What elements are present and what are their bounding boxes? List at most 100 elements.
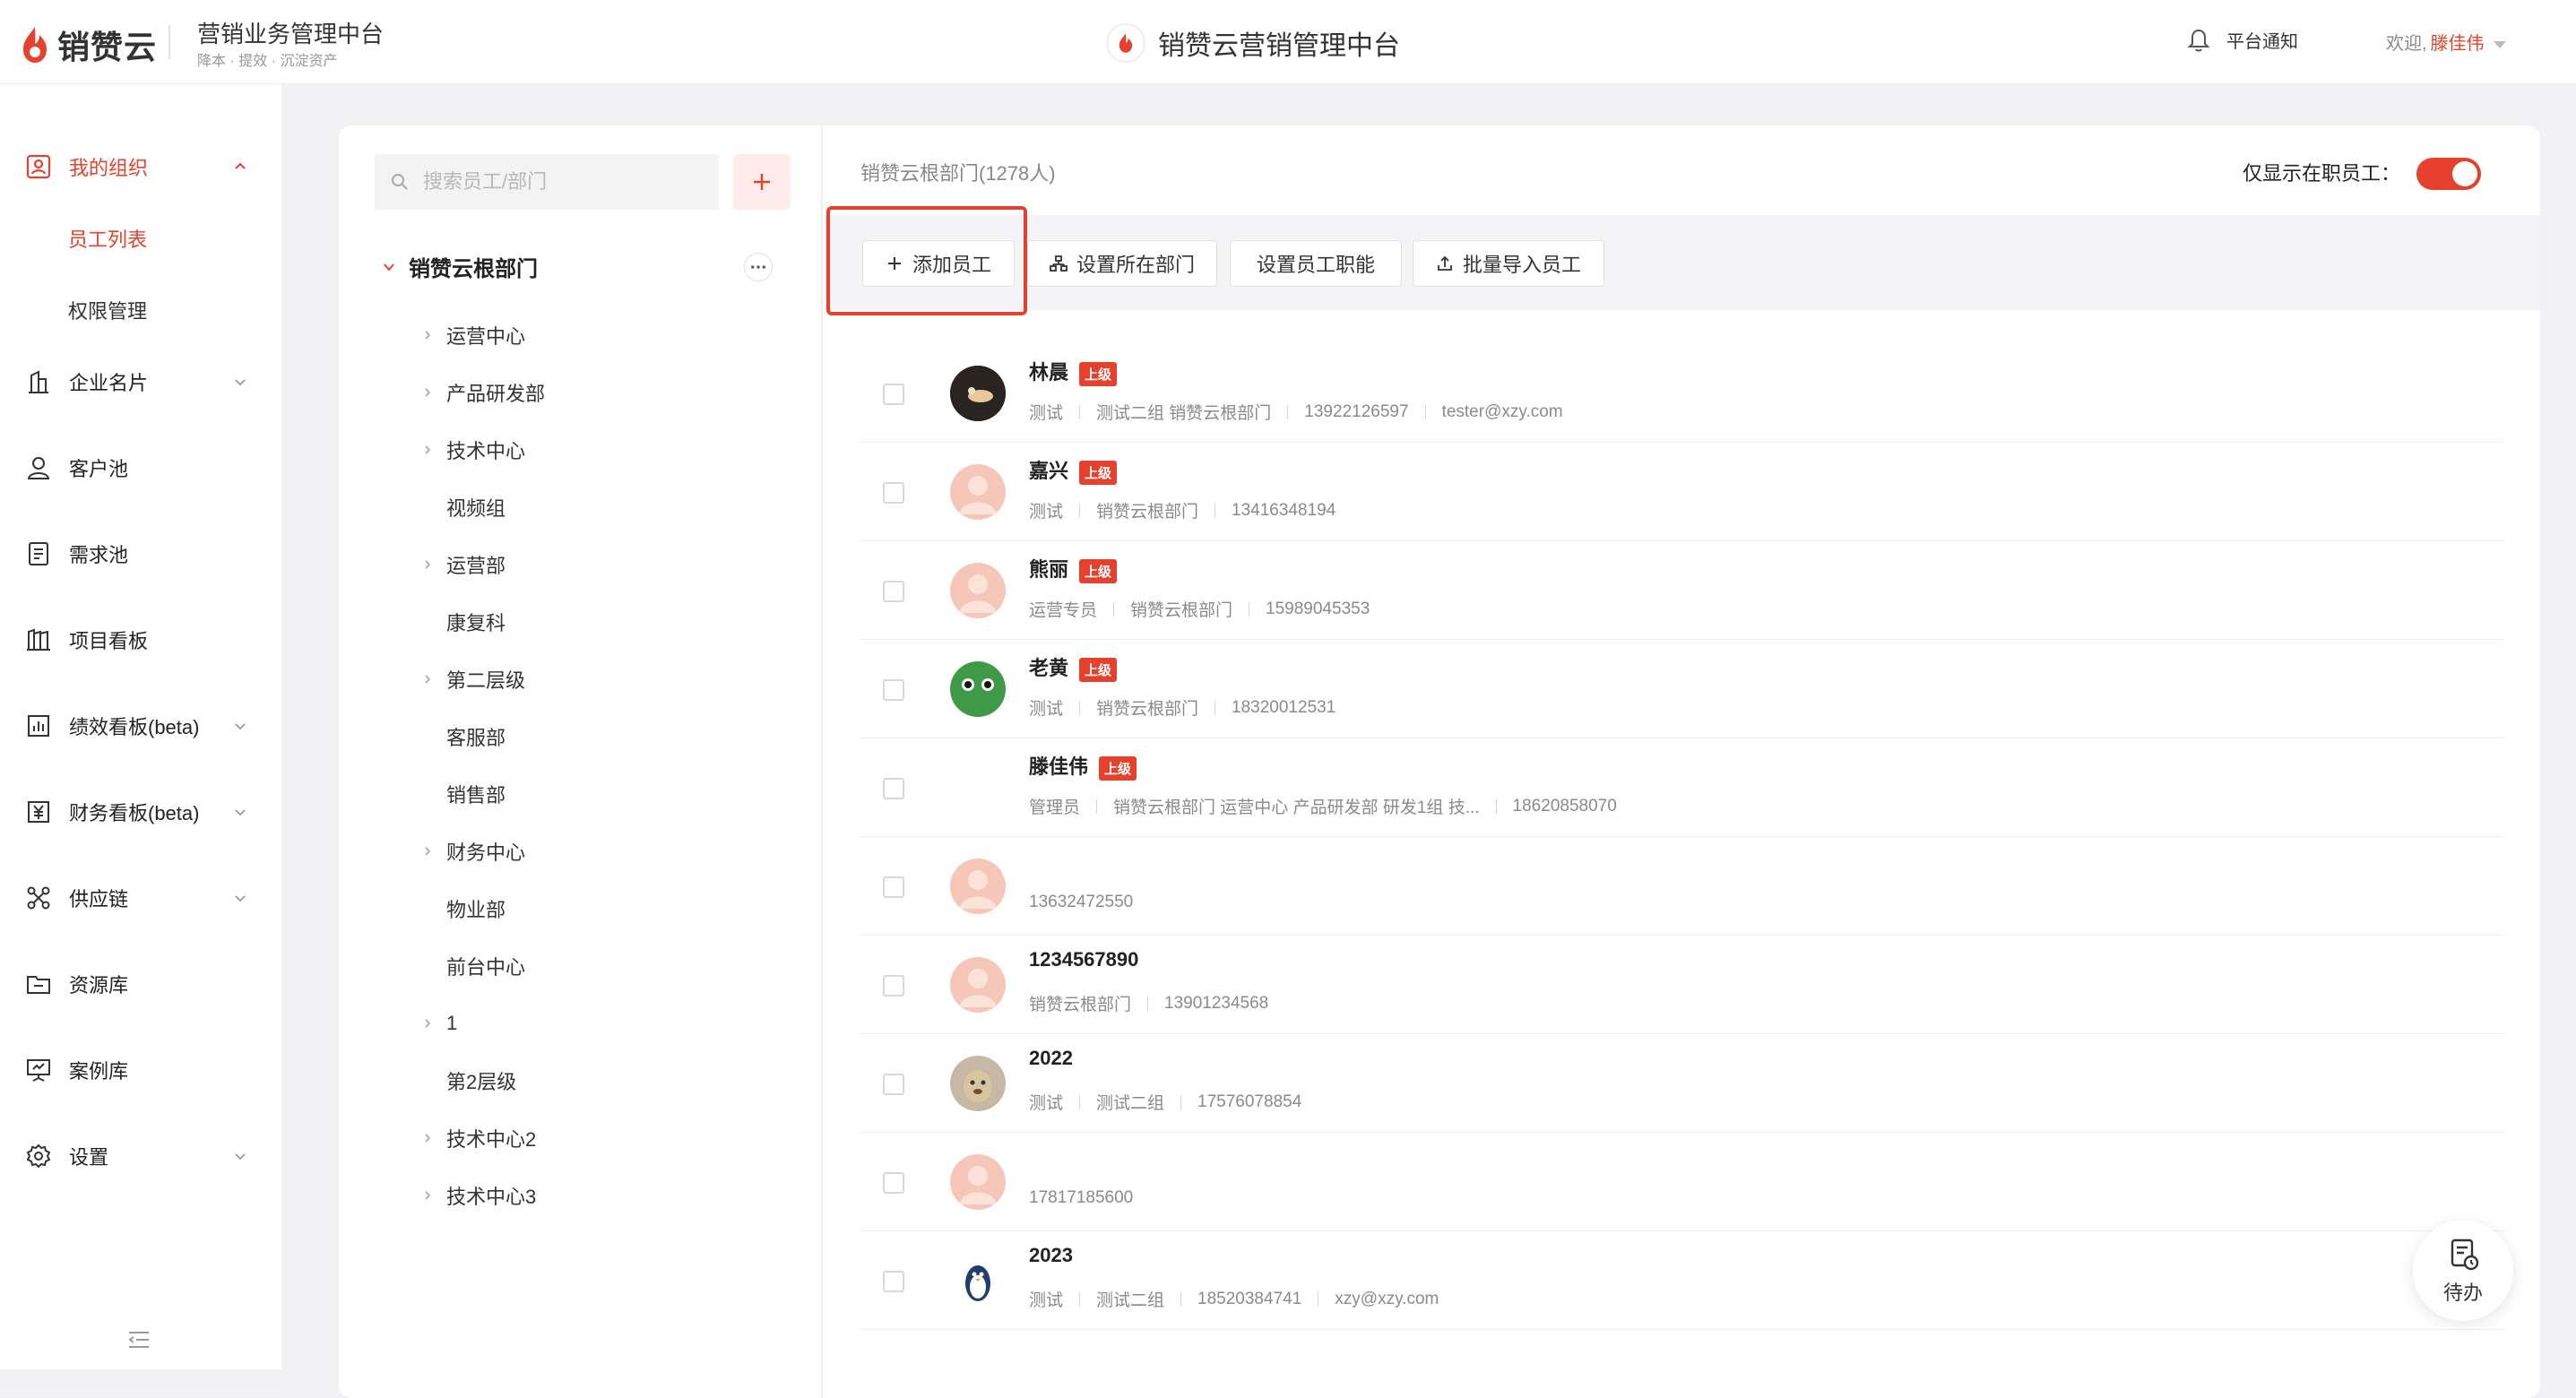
only-active-label: 仅显示在职员工：	[2243, 162, 2401, 185]
table-row[interactable]: 林晨 上级 测试 测试二组 销赞云根部门 13922126597 tester@x…	[860, 344, 2504, 443]
table-row[interactable]: 17817185600	[860, 1133, 2504, 1231]
tree-node[interactable]: 物业部	[446, 891, 506, 927]
row-checkbox[interactable]	[883, 975, 904, 997]
nav-resource-lib[interactable]: 资源库	[0, 957, 281, 1011]
add-department-button[interactable]	[733, 154, 791, 210]
yuan-icon	[28, 801, 49, 823]
employee-name-text: 嘉兴	[1029, 460, 1069, 482]
row-checkbox[interactable]	[883, 1271, 904, 1292]
nav-company-card[interactable]: 企业名片	[0, 355, 281, 409]
employee-role: 测试	[1029, 404, 1064, 423]
nav-performance-board-label: 绩效看板(beta)	[69, 716, 200, 738]
table-row[interactable]: 滕佳伟 上级 管理员 销赞云根部门 运营中心 产品研发部 研发1组 技... 18…	[860, 738, 2504, 837]
tree-node[interactable]: 客服部	[446, 719, 506, 755]
employee-phone: 15989045353	[1266, 599, 1370, 618]
tree-node[interactable]: 第二层级	[425, 661, 525, 697]
header-divider	[169, 25, 170, 59]
only-active-toggle[interactable]	[2416, 158, 2481, 190]
employee-name: 老黄 上级	[1029, 652, 1118, 682]
nav-permission[interactable]: 权限管理	[68, 296, 147, 324]
nav-finance-board[interactable]: 财务看板(beta)	[0, 785, 281, 839]
nav-customer-pool[interactable]: 客户池	[0, 441, 281, 495]
tree-node[interactable]: 财务中心	[425, 833, 526, 869]
tree-node-label: 视频组	[446, 497, 506, 520]
tree-node-label: 财务中心	[446, 841, 526, 864]
tree-root-node[interactable]: 销赞云根部门	[382, 251, 538, 282]
chevron-right-icon	[425, 1191, 431, 1200]
todo-button[interactable]: 待办	[2413, 1221, 2513, 1321]
nav-demand-pool[interactable]: 需求池	[0, 527, 281, 581]
employee-name-text: 2022	[1029, 1047, 1073, 1069]
table-row[interactable]: 嘉兴 上级 测试 销赞云根部门 13416348194	[860, 443, 2504, 541]
search-input[interactable]	[421, 169, 690, 194]
employee-name: 2023	[1029, 1244, 1073, 1267]
tree-node[interactable]: 产品研发部	[425, 375, 545, 410]
brand-logo[interactable]: 销赞云	[20, 22, 157, 68]
avatar	[950, 366, 1006, 421]
employee-name-text: 林晨	[1029, 361, 1069, 384]
nav-project-board[interactable]: 项目看板	[0, 613, 281, 667]
avatar	[950, 859, 1006, 914]
platform-notice[interactable]: 平台通知	[2187, 27, 2298, 53]
more-options-icon[interactable]	[744, 253, 773, 281]
center-title: 销赞云营销管理中台	[1106, 23, 1400, 63]
employee-pane: 销赞云根部门(1278人) 仅显示在职员工： 添加员工 设置所在部门 设置员工职…	[825, 125, 2540, 1398]
row-checkbox[interactable]	[883, 482, 904, 504]
chevron-right-icon	[425, 331, 431, 340]
row-checkbox[interactable]	[883, 778, 904, 799]
toolbar: 添加员工 设置所在部门 设置员工职能 批量导入员工	[825, 215, 2540, 310]
employee-name: 2022	[1029, 1047, 1073, 1070]
tree-node-label: 前台中心	[446, 956, 526, 979]
employee-name: 林晨 上级	[1029, 357, 1118, 386]
employee-phone: 13901234568	[1164, 993, 1269, 1013]
person-icon	[27, 457, 50, 479]
table-row[interactable]: 2022 测试 测试二组 17576078854	[860, 1034, 2504, 1133]
tree-node[interactable]: 运营中心	[425, 317, 525, 353]
nav-supply-chain[interactable]: 供应链	[0, 871, 281, 925]
tree-root-label: 销赞云根部门	[409, 257, 538, 281]
nav-employee-list[interactable]: 员工列表	[68, 224, 147, 253]
tree-node[interactable]: 康复科	[446, 604, 506, 640]
tree-node[interactable]: 第2层级	[446, 1063, 516, 1099]
table-row[interactable]: 老黄 上级 测试 销赞云根部门 18320012531	[860, 640, 2504, 738]
employee-dept: 测试二组	[1096, 1291, 1165, 1310]
tree-node[interactable]: 视频组	[446, 489, 506, 525]
nav-case-lib[interactable]: 案例库	[0, 1043, 281, 1097]
table-row[interactable]: 1234567890 销赞云根部门 13901234568	[860, 936, 2504, 1034]
row-checkbox[interactable]	[883, 581, 904, 602]
table-row[interactable]: 13632472550	[860, 837, 2504, 936]
tree-node[interactable]: 销售部	[446, 776, 506, 812]
user-menu[interactable]: 欢迎, 滕佳伟	[2386, 29, 2506, 55]
row-checkbox[interactable]	[883, 679, 904, 701]
tree-node[interactable]: 技术中心3	[425, 1178, 536, 1213]
set-department-button[interactable]: 设置所在部门	[1027, 240, 1217, 287]
batch-import-button[interactable]: 批量导入员工	[1413, 240, 1604, 287]
sidebar: 我的组织 员工列表 权限管理 企业名片 客户池 需求池 项目看板 绩效看板(be…	[0, 84, 281, 1394]
tree-node[interactable]: 1	[425, 1005, 457, 1041]
employee-phone: 17576078854	[1197, 1092, 1302, 1111]
nav-settings[interactable]: 设置	[0, 1129, 281, 1183]
set-role-button[interactable]: 设置员工职能	[1230, 240, 1402, 287]
row-checkbox[interactable]	[883, 1172, 904, 1194]
row-checkbox[interactable]	[883, 384, 904, 405]
bar-chart-icon	[28, 715, 49, 737]
tree-node[interactable]: 运营部	[425, 547, 506, 582]
table-row[interactable]: 2023 测试 测试二组 18520384741 xzy@xzy.com	[860, 1231, 2504, 1330]
row-checkbox[interactable]	[883, 876, 904, 898]
center-title-text: 销赞云营销管理中台	[1158, 31, 1400, 61]
nav-resource-lib-label: 资源库	[69, 974, 129, 997]
nav-performance-board[interactable]: 绩效看板(beta)	[0, 699, 281, 753]
employee-phone: 13922126597	[1304, 401, 1409, 421]
tree-node[interactable]: 前台中心	[446, 948, 525, 984]
chevron-down-icon	[235, 809, 246, 816]
flame-logo-icon	[23, 27, 47, 63]
table-row[interactable]: 熊丽 上级 运营专员 销赞云根部门 15989045353	[860, 541, 2504, 640]
tree-node[interactable]: 技术中心2	[425, 1120, 536, 1156]
org-icon	[26, 154, 51, 179]
collapse-menu-icon[interactable]	[127, 1330, 151, 1350]
superior-badge: 上级	[1079, 460, 1118, 485]
nav-my-org[interactable]: 我的组织	[0, 140, 281, 194]
tree-node[interactable]: 技术中心	[425, 432, 525, 468]
tree-node-label: 销售部	[446, 784, 506, 807]
row-checkbox[interactable]	[883, 1074, 904, 1095]
